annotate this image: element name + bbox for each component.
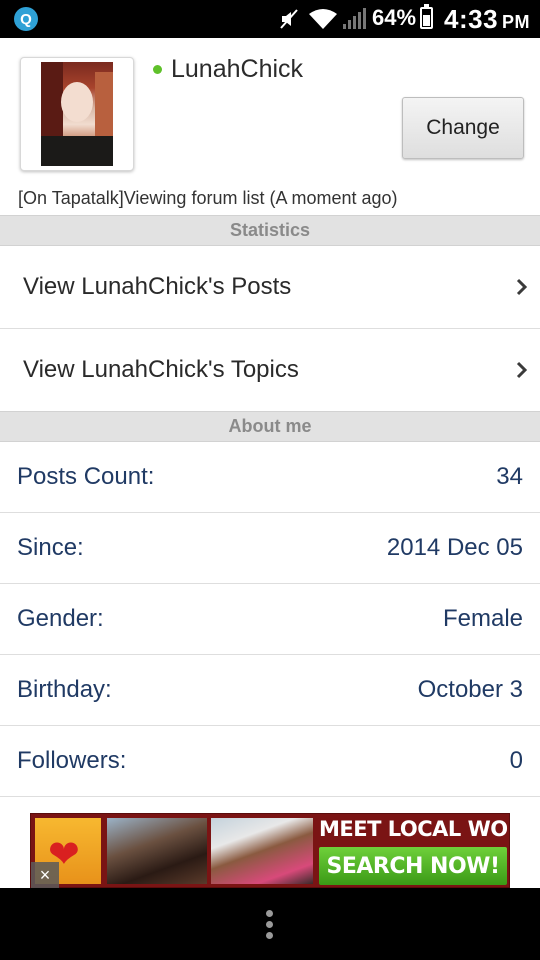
ad-cta-button[interactable]: SEARCH NOW!	[319, 847, 507, 885]
navigation-bar	[0, 888, 540, 960]
profile-header: LunahChick Change [On Tapatalk]Viewing f…	[0, 38, 540, 216]
wifi-icon	[309, 9, 337, 29]
avatar[interactable]	[20, 57, 134, 171]
info-value: 34	[496, 463, 523, 490]
ad-photo	[107, 818, 207, 884]
view-topics-label: View LunahChick's Topics	[23, 356, 299, 383]
info-row-birthday: Birthday: October 3	[0, 655, 540, 726]
chevron-right-icon	[516, 278, 528, 296]
battery-percent: 64%	[372, 5, 417, 30]
info-key: Birthday:	[17, 676, 112, 703]
overflow-menu-icon[interactable]	[266, 910, 274, 940]
view-posts-row[interactable]: View LunahChick's Posts	[0, 246, 540, 329]
statistics-section-header: Statistics	[0, 215, 540, 246]
info-key: Gender:	[17, 605, 104, 632]
change-button[interactable]: Change	[402, 97, 524, 159]
chevron-right-icon	[516, 361, 528, 379]
info-value: Female	[442, 605, 523, 632]
ad-photo	[211, 818, 313, 884]
ad-close-icon[interactable]: ×	[31, 862, 59, 888]
info-row-followers: Followers: 0	[0, 726, 540, 797]
info-key: Followers:	[17, 747, 127, 774]
clock: 4:33 PM	[444, 4, 531, 34]
info-row-since: Since: 2014 Dec 05	[0, 513, 540, 584]
view-posts-label: View LunahChick's Posts	[23, 273, 292, 300]
signal-icon	[343, 8, 366, 29]
info-key: Posts Count:	[17, 463, 155, 490]
info-key: Since:	[17, 534, 84, 561]
online-status-icon	[153, 65, 162, 74]
activity-status: [On Tapatalk]Viewing forum list (A momen…	[18, 188, 398, 208]
ad-headline: MEET LOCAL WOMEN	[319, 817, 509, 841]
tapatalk-notification-icon: Q	[14, 7, 38, 31]
avatar-image	[41, 62, 113, 166]
info-row-gender: Gender: Female	[0, 584, 540, 655]
view-topics-row[interactable]: View LunahChick's Topics	[0, 329, 540, 412]
info-row-posts-count: Posts Count: 34	[0, 442, 540, 513]
info-value: October 3	[417, 676, 523, 703]
about-section-header: About me	[0, 411, 540, 442]
battery-icon	[420, 4, 433, 29]
mute-icon	[280, 9, 298, 29]
username: LunahChick	[171, 55, 304, 83]
info-value: 2014 Dec 05	[386, 534, 523, 561]
ad-banner[interactable]: ❤ MEET LOCAL WOMEN SEARCH NOW!	[30, 813, 510, 888]
info-value: 0	[509, 747, 523, 774]
status-bar: Q 64% 4:33 PM	[0, 0, 540, 38]
